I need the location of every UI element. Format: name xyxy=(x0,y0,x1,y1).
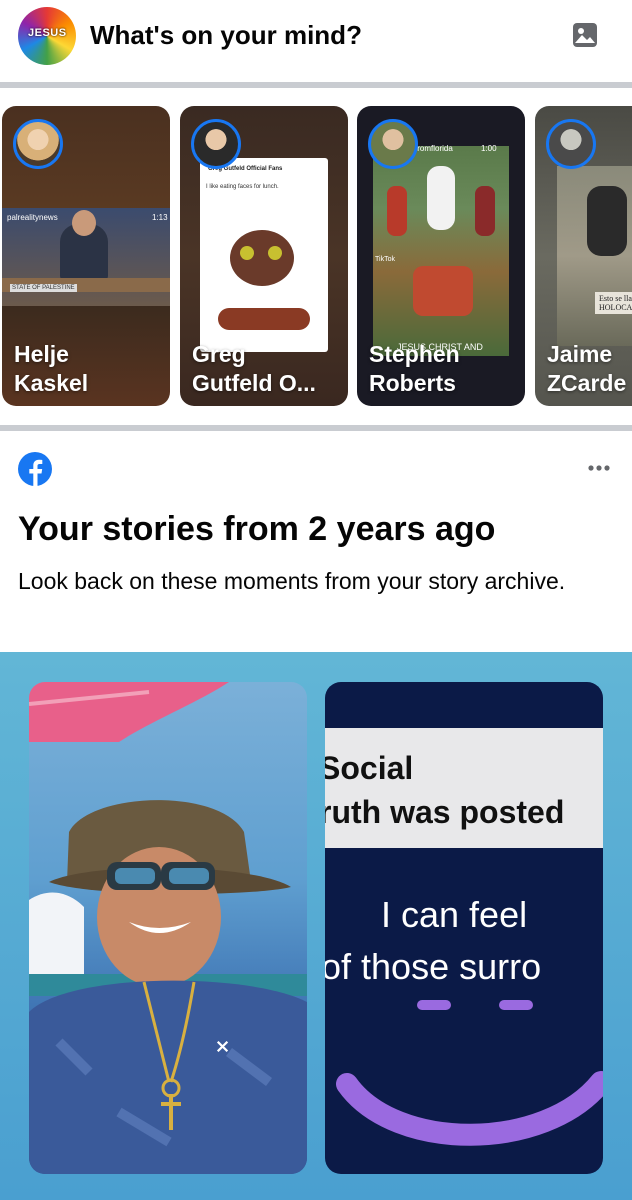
smiley-drawing xyxy=(336,1000,603,1146)
story-avatar xyxy=(191,119,241,169)
story-author-name: Jaime ZCarde xyxy=(547,341,627,396)
story-avatar xyxy=(368,119,418,169)
story-shared-post: Greg Gutfeld Official Fans I like eating… xyxy=(200,158,328,352)
story-caption: STATE OF PALESTINE xyxy=(10,284,77,292)
story-author-name: Helje Kaskel xyxy=(14,341,89,396)
section-divider xyxy=(0,425,632,431)
story-caption: Esto se lla HOLOCAU xyxy=(595,292,632,314)
story-overlay-source: palrealitynews xyxy=(7,213,58,222)
food-face-image xyxy=(230,230,294,286)
story-card[interactable]: fromflorida 1:00 TikTok JESUS CHRIST AND… xyxy=(357,106,525,406)
shared-post-text: I like eating faces for lunch. xyxy=(206,184,279,190)
avatar-text: JESUS xyxy=(28,27,67,39)
memories-title: Your stories from 2 years ago xyxy=(18,510,496,548)
memories-section: Your stories from 2 years ago Look back … xyxy=(0,432,632,652)
whats-on-your-mind-input[interactable]: What's on your mind? xyxy=(90,20,362,51)
facebook-logo-icon xyxy=(18,452,52,486)
more-icon[interactable] xyxy=(584,458,614,478)
story-video-thumbnail xyxy=(557,166,632,346)
stories-tray: palrealitynews 1:13 STATE OF PALESTINE H… xyxy=(0,88,632,425)
story-overlay-time: 1:00 xyxy=(481,144,497,153)
photo-icon[interactable] xyxy=(572,22,598,48)
story-author-name: Greg Gutfeld O... xyxy=(192,341,316,396)
tiktok-watermark: TikTok xyxy=(375,256,395,263)
story-avatar xyxy=(546,119,596,169)
composer: JESUS What's on your mind? xyxy=(0,0,632,82)
memories-subtitle: Look back on these moments from your sto… xyxy=(18,568,566,594)
memory-photo: ⨯ xyxy=(29,682,307,1174)
story-overlay-time: 1:13 xyxy=(152,213,168,222)
story-overlay-source: fromflorida xyxy=(415,144,453,153)
story-card[interactable]: Esto se lla HOLOCAU Jaime ZCarde xyxy=(535,106,632,406)
memories-carousel: ⨯ Social ruth was posted I can feel of t… xyxy=(0,652,632,1200)
story-card[interactable]: Greg Gutfeld Official Fans I like eating… xyxy=(180,106,348,406)
story-avatar xyxy=(13,119,63,169)
story-painting-image xyxy=(373,146,509,356)
story-card[interactable]: palrealitynews 1:13 STATE OF PALESTINE H… xyxy=(2,106,170,406)
memory-story-card[interactable]: ⨯ xyxy=(29,682,307,1174)
svg-text:⨯: ⨯ xyxy=(215,1036,230,1056)
story-author-name: Stephen Roberts xyxy=(369,341,460,396)
profile-avatar[interactable]: JESUS xyxy=(18,7,76,65)
memory-story-card[interactable]: Social ruth was posted I can feel of tho… xyxy=(325,682,603,1174)
